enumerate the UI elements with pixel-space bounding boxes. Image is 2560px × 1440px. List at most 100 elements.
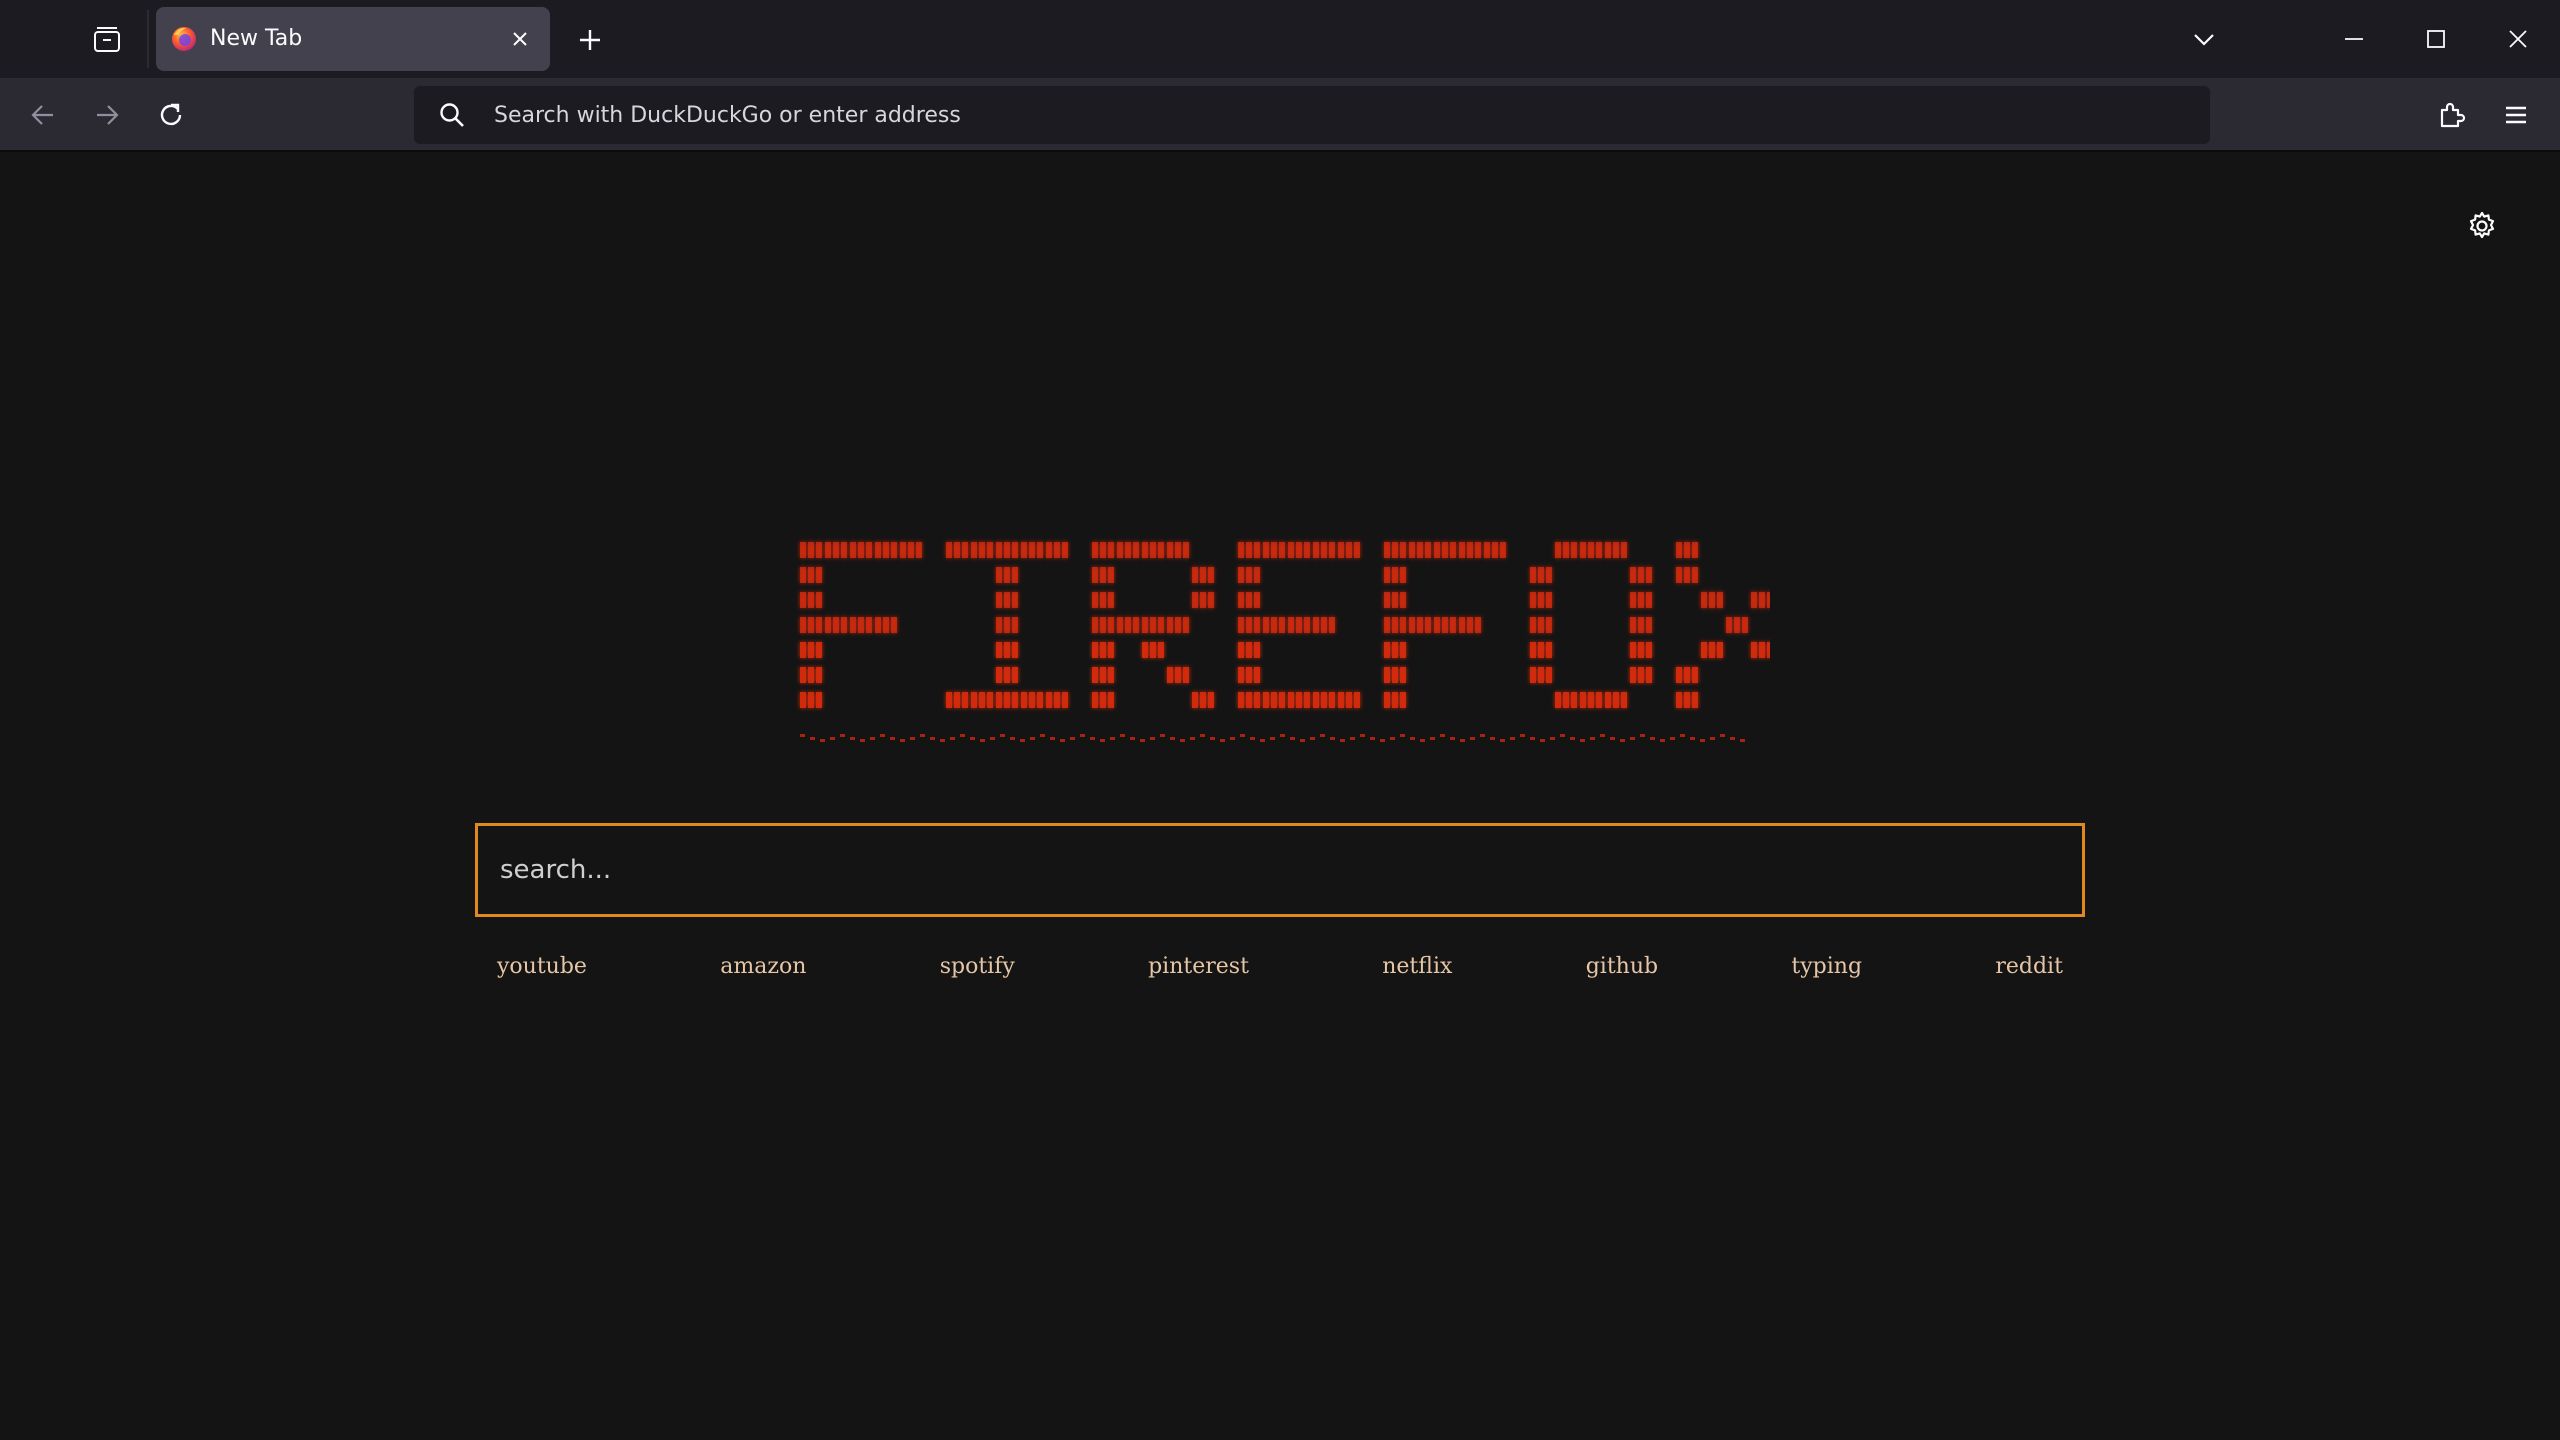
logo-dot bbox=[1538, 617, 1544, 633]
logo-dot bbox=[996, 642, 1002, 658]
search-box[interactable] bbox=[475, 823, 2085, 917]
logo-dot bbox=[800, 592, 806, 608]
logo-underline-dash bbox=[1190, 737, 1195, 740]
logo-dot bbox=[1254, 567, 1260, 583]
logo-underline-dash bbox=[810, 737, 815, 740]
logo-dot bbox=[996, 667, 1002, 683]
logo-dot bbox=[1346, 692, 1352, 708]
forward-button[interactable] bbox=[82, 90, 132, 140]
quick-link-github[interactable]: github bbox=[1586, 952, 1658, 992]
logo-dot bbox=[891, 542, 897, 558]
logo-underline-dash bbox=[1360, 734, 1365, 737]
logo-dot bbox=[1192, 692, 1198, 708]
logo-dot bbox=[1208, 692, 1214, 708]
new-tab-button[interactable] bbox=[568, 18, 612, 62]
logo-dot bbox=[900, 542, 906, 558]
logo-dot bbox=[1108, 667, 1114, 683]
logo-dot bbox=[808, 667, 814, 683]
extensions-button[interactable] bbox=[2427, 90, 2477, 140]
reload-button[interactable] bbox=[146, 90, 196, 140]
quick-link-reddit[interactable]: reddit bbox=[1995, 952, 2063, 992]
logo-dot bbox=[1417, 617, 1423, 633]
logo-dot bbox=[1392, 642, 1398, 658]
logo-underline-dash bbox=[1100, 739, 1105, 742]
firefox-view-button[interactable] bbox=[84, 19, 130, 61]
tab-new-tab[interactable]: New Tab bbox=[156, 7, 550, 71]
logo-dot bbox=[800, 567, 806, 583]
logo-dot bbox=[1751, 592, 1757, 608]
logo-dot bbox=[1546, 567, 1552, 583]
settings-button[interactable] bbox=[2462, 206, 2502, 246]
logo-dot bbox=[1012, 617, 1018, 633]
address-input[interactable] bbox=[492, 86, 2192, 144]
logo-dot bbox=[1304, 692, 1310, 708]
quick-link-typing[interactable]: typing bbox=[1791, 952, 1862, 992]
logo-dot bbox=[1338, 692, 1344, 708]
logo-dot bbox=[1238, 617, 1244, 633]
logo-dot bbox=[1492, 542, 1498, 558]
logo-dot bbox=[1021, 542, 1027, 558]
logo-dot bbox=[1646, 667, 1652, 683]
search-input[interactable] bbox=[478, 826, 2082, 914]
back-button[interactable] bbox=[18, 90, 68, 140]
logo-dot bbox=[1717, 592, 1723, 608]
logo-dot bbox=[1012, 667, 1018, 683]
logo-dot bbox=[1296, 692, 1302, 708]
logo-underline-dash bbox=[1680, 734, 1685, 737]
quick-link-amazon[interactable]: amazon bbox=[720, 952, 806, 992]
logo-dot bbox=[1459, 617, 1465, 633]
maximize-button[interactable] bbox=[2408, 14, 2464, 64]
logo-dot bbox=[1400, 692, 1406, 708]
logo-dot bbox=[1004, 592, 1010, 608]
logo-dot bbox=[1692, 692, 1698, 708]
quick-link-pinterest[interactable]: pinterest bbox=[1148, 952, 1249, 992]
close-window-button[interactable] bbox=[2490, 14, 2546, 64]
logo-dot bbox=[1271, 692, 1277, 708]
logo-dot bbox=[1392, 667, 1398, 683]
logo-dot bbox=[800, 542, 806, 558]
logo-underline-dash bbox=[1230, 737, 1235, 740]
logo-underline-dash bbox=[1120, 734, 1125, 737]
logo-dot bbox=[1254, 692, 1260, 708]
quick-link-youtube[interactable]: youtube bbox=[497, 952, 587, 992]
minimize-button[interactable] bbox=[2326, 14, 2382, 64]
hamburger-menu-icon bbox=[2506, 106, 2526, 124]
quick-link-netflix[interactable]: netflix bbox=[1382, 952, 1452, 992]
logo-dot bbox=[1254, 592, 1260, 608]
close-tab-button[interactable] bbox=[506, 25, 534, 53]
logo-underline-dash bbox=[1180, 739, 1185, 742]
logo-dot bbox=[1092, 692, 1098, 708]
logo-underline-dash bbox=[1460, 739, 1465, 742]
logo-dot bbox=[1037, 542, 1043, 558]
logo-dot bbox=[996, 617, 1002, 633]
logo-dot bbox=[1538, 567, 1544, 583]
address-bar[interactable] bbox=[414, 86, 2210, 144]
logo-dot bbox=[1142, 542, 1148, 558]
logo-dot bbox=[1676, 667, 1682, 683]
application-menu-button[interactable] bbox=[2491, 90, 2541, 140]
logo-dot bbox=[1167, 617, 1173, 633]
logo-dot bbox=[1425, 542, 1431, 558]
logo-underline-dash bbox=[1220, 739, 1225, 742]
logo-dot bbox=[1588, 692, 1594, 708]
list-all-tabs-button[interactable] bbox=[2176, 14, 2232, 64]
logo-underline-dash bbox=[1440, 734, 1445, 737]
logo-dot bbox=[1321, 617, 1327, 633]
logo-underline-dash bbox=[1430, 737, 1435, 740]
logo-dot bbox=[833, 542, 839, 558]
logo-underline-dash bbox=[800, 734, 805, 737]
logo-dot bbox=[987, 692, 993, 708]
logo-dot bbox=[875, 542, 881, 558]
logo-dot bbox=[1538, 667, 1544, 683]
logo-dot bbox=[1271, 617, 1277, 633]
quick-link-spotify[interactable]: spotify bbox=[940, 952, 1015, 992]
logo-dot bbox=[954, 692, 960, 708]
logo-dot bbox=[1004, 642, 1010, 658]
logo-underline-dash bbox=[1170, 737, 1175, 740]
logo-dot bbox=[1417, 542, 1423, 558]
logo-dot bbox=[1125, 542, 1131, 558]
logo-underline-dash bbox=[1390, 737, 1395, 740]
logo-dot bbox=[1246, 617, 1252, 633]
logo-dot bbox=[875, 617, 881, 633]
logo-dot bbox=[816, 567, 822, 583]
